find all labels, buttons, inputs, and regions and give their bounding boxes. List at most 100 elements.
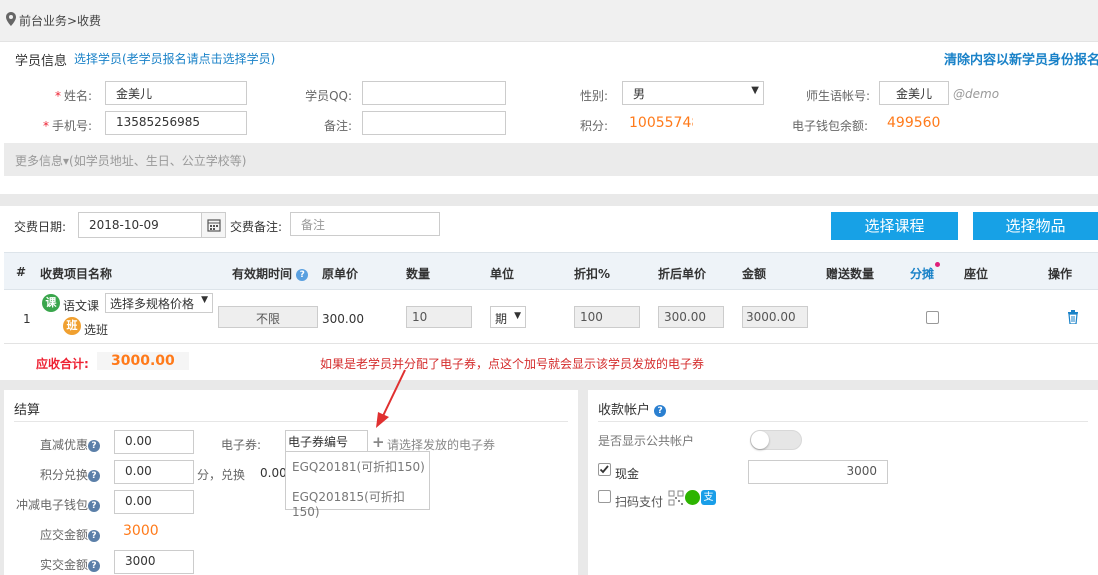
pay-remark-field[interactable]: 备注 (290, 212, 440, 236)
phone-field[interactable]: 13585256985 (105, 111, 247, 135)
plus-icon[interactable]: + (372, 433, 385, 451)
pay-date-field[interactable]: 2018-10-09 (78, 212, 226, 238)
points-exchange-label: 积分兑换? (10, 466, 100, 483)
select-student-link[interactable]: 选择学员(老学员报名请点击选择学员) (74, 50, 275, 67)
alipay-icon: 支 (701, 490, 716, 505)
remark-label: 备注: (323, 119, 352, 133)
col-gift: 赠送数量 (826, 267, 875, 281)
chevron-down-icon: ▼ (514, 311, 521, 321)
course-name: 语文课 (63, 299, 100, 313)
clear-new-student-link[interactable]: 清除内容以新学员身份报名 (944, 49, 1098, 68)
disc-price-field[interactable]: 300.00 (658, 306, 724, 328)
wechat-icon (685, 490, 700, 505)
col-disc-price: 折后单价 (658, 267, 707, 281)
direct-discount-field[interactable]: 0.00 (114, 430, 194, 454)
validity-field[interactable]: 不限 (218, 306, 318, 328)
split-checkbox[interactable] (926, 311, 939, 324)
qq-field[interactable] (362, 81, 506, 105)
select-course-button[interactable]: 选择课程 (831, 212, 958, 240)
wallet-deduct-label: 冲减电子钱包? (0, 496, 100, 513)
qty-field[interactable]: 10 (406, 306, 472, 328)
col-ops: 操作 (1048, 267, 1073, 281)
select-class-link[interactable]: 选班 (84, 321, 108, 338)
class-badge: 班 (63, 317, 81, 335)
col-unit-price: 原单价 (322, 267, 359, 281)
trash-icon[interactable] (1067, 310, 1079, 324)
split-dot (935, 262, 940, 267)
pay-remark-label: 交费备注: (230, 220, 283, 234)
course-badge: 课 (42, 294, 60, 312)
check-icon (599, 465, 609, 474)
points-value: 10055748 (629, 115, 693, 131)
divider (14, 421, 568, 422)
show-public-label: 是否显示公共帐户 (598, 434, 695, 448)
account-field[interactable]: 金美儿 (879, 81, 949, 105)
show-public-toggle[interactable] (750, 430, 802, 450)
col-unit: 单位 (490, 267, 515, 281)
pay-date-label: 交费日期: (14, 220, 67, 234)
multi-price-select[interactable]: 选择多规格价格 ▼ (105, 293, 213, 313)
total-value: 3000.00 (97, 352, 189, 370)
breadcrumb: 前台业务>收费 (19, 14, 102, 28)
student-info-title: 学员信息 (15, 54, 68, 69)
qrcode-icon (668, 490, 684, 506)
cash-checkbox[interactable] (598, 463, 611, 476)
help-icon[interactable]: ? (296, 268, 309, 281)
name-label: * 姓名: (54, 89, 92, 103)
col-discount: 折扣% (574, 267, 611, 281)
chevron-down-icon: ▼ (751, 85, 759, 96)
breadcrumb-bar: 前台业务>收费 (0, 0, 1098, 42)
unit-select[interactable]: 期 ▼ (490, 306, 526, 328)
col-name: 收费项目名称 (40, 267, 113, 281)
more-info-bar[interactable]: 更多信息▾(如学员地址、生日、公立学校等) (4, 143, 1098, 176)
accounts-title: 收款帐户 ? (598, 399, 667, 418)
more-info-toggle[interactable]: 更多信息▾(如学员地址、生日、公立学校等) (15, 152, 246, 169)
points-money: 0.00 (260, 466, 287, 480)
points-exchange-field[interactable]: 0.00 (114, 460, 194, 484)
wallet-deduct-field[interactable]: 0.00 (114, 490, 194, 514)
unit-price: 300.00 (322, 312, 364, 326)
gender-label: 性别: (579, 89, 608, 103)
col-split[interactable]: 分摊 (910, 265, 934, 282)
col-no: # (16, 265, 27, 279)
annotation-arrow-icon (376, 369, 406, 428)
should-pay-label: 应交金额? (20, 526, 100, 543)
coupon-label: 电子券: (221, 438, 262, 452)
phone-label: * 手机号: (42, 119, 92, 133)
discount-field[interactable]: 100 (574, 306, 640, 328)
select-item-button[interactable]: 选择物品 (973, 212, 1098, 240)
gender-select[interactable]: 男 ▼ (622, 81, 764, 105)
coupon-option[interactable]: EGQ20181(可折扣150) (292, 458, 425, 475)
account-label: 师生语帐号: (805, 89, 870, 103)
points-label: 积分: (579, 119, 608, 133)
name-field[interactable]: 金美儿 (105, 81, 247, 105)
coupon-option[interactable]: EGQ201815(可折扣150) (292, 488, 429, 519)
cash-amount-field[interactable]: 3000 (748, 460, 888, 484)
qq-label: 学员QQ: (305, 89, 352, 103)
coupon-field[interactable]: 电子券编号 (285, 430, 368, 452)
row-separator (4, 343, 1098, 344)
scan-checkbox[interactable] (598, 490, 611, 503)
gender-value: 男 (633, 87, 646, 101)
amount-field[interactable]: 3000.00 (742, 306, 808, 328)
help-icon[interactable]: ? (88, 529, 100, 542)
help-icon[interactable]: ? (88, 499, 100, 512)
section-divider (0, 194, 1098, 206)
should-pay-value: 3000 (123, 523, 159, 539)
coupon-dropdown: EGQ20181(可折扣150) EGQ201815(可折扣150) (285, 451, 430, 519)
wallet-value: 499560 (887, 115, 941, 131)
col-seat: 座位 (964, 267, 989, 281)
help-icon[interactable]: ? (88, 559, 100, 572)
actual-pay-field[interactable]: 3000 (114, 550, 194, 574)
chevron-down-icon: ▼ (201, 295, 208, 305)
help-icon[interactable]: ? (88, 439, 100, 452)
help-icon[interactable]: ? (654, 404, 667, 417)
calendar-icon[interactable] (201, 213, 225, 237)
toggle-knob (751, 431, 769, 449)
col-amount: 金额 (742, 267, 767, 281)
divider (598, 421, 1088, 422)
points-unit: 分，兑换 (197, 468, 246, 482)
help-icon[interactable]: ? (88, 469, 100, 482)
account-suffix: @demo (953, 87, 1000, 101)
remark-field[interactable] (362, 111, 506, 135)
